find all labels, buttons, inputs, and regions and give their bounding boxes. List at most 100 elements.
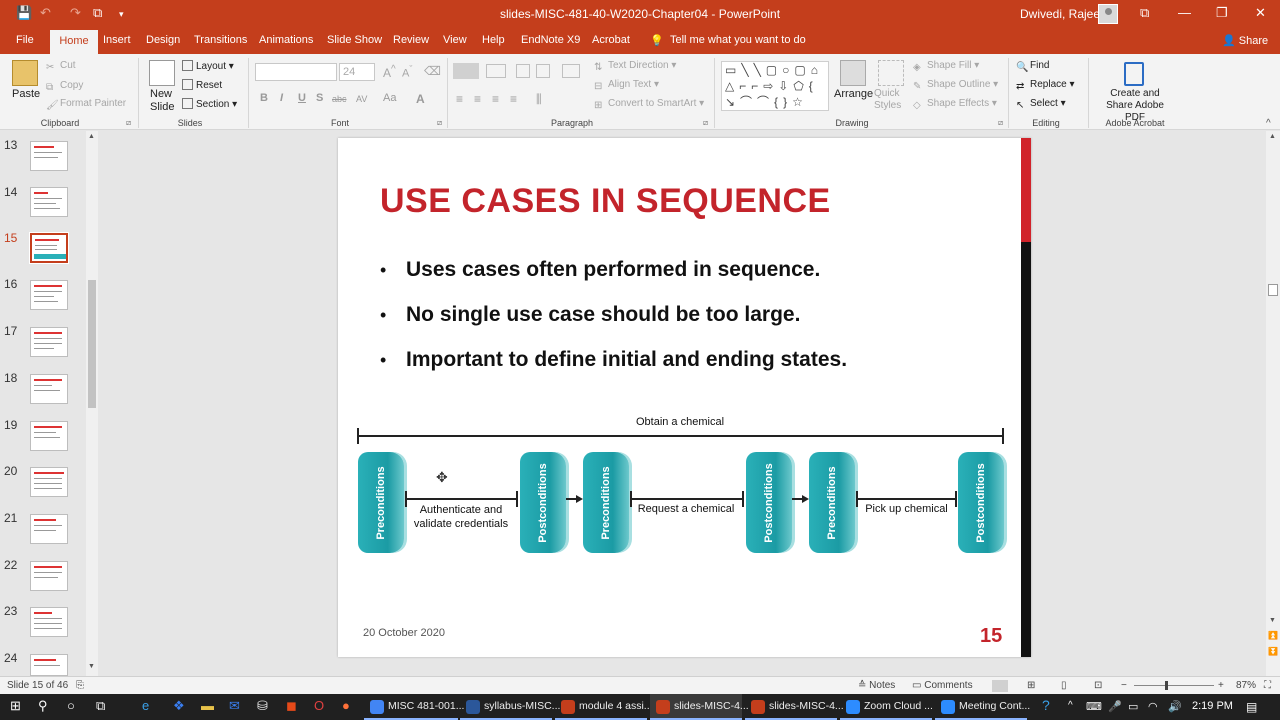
tab-endnote[interactable]: EndNote X9 bbox=[521, 34, 580, 46]
windows-start-icon[interactable]: ⊞ bbox=[10, 694, 21, 720]
comments-button[interactable]: ▭ Comments bbox=[912, 680, 973, 691]
shadow-button[interactable]: S bbox=[316, 92, 323, 104]
taskbar-app-chrome[interactable]: MISC 481-001... bbox=[364, 694, 464, 720]
tab-animations[interactable]: Animations bbox=[259, 34, 313, 46]
italic-button[interactable]: I bbox=[280, 92, 283, 104]
store-icon[interactable]: ⛁ bbox=[257, 694, 268, 720]
slide-thumbnail-19[interactable] bbox=[30, 421, 68, 451]
postconditions-block[interactable]: Postconditions bbox=[958, 452, 1004, 553]
taskbar-app-powerpoint[interactable]: slides-MISC-4... bbox=[745, 694, 844, 720]
find-button[interactable]: 🔍 Find bbox=[1016, 60, 1049, 73]
replace-button[interactable]: ⇄ Replace ▾ bbox=[1016, 79, 1075, 92]
cut-button[interactable]: ✂ Cut bbox=[46, 60, 76, 73]
slide-thumbnail-18[interactable] bbox=[30, 374, 68, 404]
scroll-down-icon[interactable]: ▼ bbox=[1269, 617, 1276, 624]
shrink-font-icon[interactable]: Aˇ bbox=[402, 64, 412, 80]
line-spacing-icon[interactable] bbox=[562, 64, 580, 78]
tab-transitions[interactable]: Transitions bbox=[194, 34, 247, 46]
share-button[interactable]: 👤 Share bbox=[1222, 34, 1268, 47]
section-button[interactable]: Section ▾ bbox=[182, 98, 237, 110]
align-center-icon[interactable]: ≡ bbox=[474, 92, 481, 106]
font-color-button[interactable]: A bbox=[416, 92, 425, 106]
columns-icon[interactable]: ⫼ bbox=[536, 92, 542, 107]
notifications-icon[interactable]: ▤ bbox=[1246, 694, 1257, 720]
scroll-up-icon[interactable]: ▲ bbox=[88, 133, 95, 140]
tab-slide-show[interactable]: Slide Show bbox=[327, 34, 382, 46]
clock-time[interactable]: 2:19 PM bbox=[1192, 694, 1233, 720]
preconditions-block[interactable]: Preconditions bbox=[583, 452, 629, 553]
align-right-icon[interactable]: ≡ bbox=[492, 92, 499, 106]
slide-thumbnail-14[interactable] bbox=[30, 187, 68, 217]
slide-thumbnail-20[interactable] bbox=[30, 467, 68, 497]
font-name-combo[interactable] bbox=[255, 63, 337, 81]
bullets-icon[interactable] bbox=[453, 63, 479, 79]
edge-icon[interactable]: e bbox=[142, 694, 149, 720]
slide-thumbnail-24[interactable] bbox=[30, 654, 68, 676]
firefox-icon[interactable]: ● bbox=[342, 694, 350, 720]
decrease-indent-icon[interactable] bbox=[516, 64, 530, 78]
strikethrough-button[interactable]: abc bbox=[332, 94, 347, 104]
scroll-down-icon[interactable]: ▼ bbox=[88, 663, 95, 670]
task-view-icon[interactable]: ⧉ bbox=[96, 694, 105, 720]
tab-help[interactable]: Help bbox=[482, 34, 505, 46]
bullet-item[interactable]: • Important to define initial and ending … bbox=[380, 348, 847, 372]
opera-icon[interactable]: O bbox=[314, 694, 324, 720]
maximize-button[interactable]: ❐ bbox=[1216, 5, 1228, 21]
user-name[interactable]: Dwivedi, Rajeev bbox=[1020, 7, 1106, 21]
slide-thumbnail-21[interactable] bbox=[30, 514, 68, 544]
dropbox-icon[interactable]: ❖ bbox=[173, 694, 185, 720]
reading-view-icon[interactable]: ▯ bbox=[1061, 680, 1067, 691]
tell-me-search[interactable]: Tell me what you want to do bbox=[670, 34, 806, 46]
ribbon-display-options-icon[interactable]: ⧉ bbox=[1140, 5, 1149, 21]
font-launcher-icon[interactable]: ⧄ bbox=[437, 118, 442, 128]
arrange-button[interactable]: Arrange bbox=[834, 88, 873, 100]
taskbar-app-zoom-meeting[interactable]: Meeting Cont... bbox=[935, 694, 1030, 720]
taskbar-app-powerpoint-active[interactable]: slides-MISC-4... bbox=[650, 694, 749, 720]
mail-icon[interactable]: ✉ bbox=[229, 694, 240, 720]
taskbar-app-powerpoint[interactable]: module 4 assi... bbox=[555, 694, 653, 720]
slide-thumbnail-15[interactable] bbox=[29, 232, 69, 264]
zoom-slider-track[interactable] bbox=[1134, 685, 1214, 686]
bullet-item[interactable]: • No single use case should be too large. bbox=[380, 303, 800, 327]
shape-outline-button[interactable]: ✎ Shape Outline ▾ bbox=[913, 79, 998, 92]
tab-acrobat[interactable]: Acrobat bbox=[592, 34, 630, 46]
notes-button[interactable]: ≙ Notes bbox=[858, 680, 895, 691]
tab-insert[interactable]: Insert bbox=[103, 34, 131, 46]
align-left-icon[interactable]: ≡ bbox=[456, 92, 463, 106]
thumbnail-scroll-thumb[interactable] bbox=[88, 280, 96, 408]
microphone-icon[interactable]: 🎤 bbox=[1108, 694, 1122, 720]
tab-file[interactable]: File bbox=[16, 34, 34, 46]
postconditions-block[interactable]: Postconditions bbox=[746, 452, 792, 553]
slide-thumbnail-16[interactable] bbox=[30, 280, 68, 310]
battery-icon[interactable]: ▭ bbox=[1128, 694, 1138, 720]
arrange-icon[interactable] bbox=[840, 60, 866, 86]
clear-formatting-icon[interactable]: ⌫ bbox=[424, 64, 441, 78]
slide-sorter-icon[interactable]: ⊞ bbox=[1027, 680, 1035, 691]
slide-thumbnail-22[interactable] bbox=[30, 561, 68, 591]
select-button[interactable]: ↖ Select ▾ bbox=[1016, 98, 1066, 111]
volume-icon[interactable]: 🔊 bbox=[1168, 694, 1182, 720]
font-size-combo[interactable]: 24 bbox=[339, 63, 375, 81]
taskbar-app-word[interactable]: syllabus-MISC... bbox=[460, 694, 560, 720]
shape-effects-button[interactable]: ◇ Shape Effects ▾ bbox=[913, 98, 997, 111]
drawing-launcher-icon[interactable]: ⧄ bbox=[998, 118, 1003, 128]
minimize-button[interactable]: — bbox=[1178, 5, 1191, 20]
collapse-ribbon-icon[interactable]: ^ bbox=[1266, 118, 1271, 129]
text-direction-button[interactable]: ⇅ Text Direction ▾ bbox=[594, 60, 676, 73]
slideshow-view-icon[interactable]: ⊡ bbox=[1094, 680, 1102, 691]
close-button[interactable]: ✕ bbox=[1255, 5, 1266, 21]
zoom-level[interactable]: 87% bbox=[1236, 680, 1256, 691]
bullet-item[interactable]: • Uses cases often performed in sequence. bbox=[380, 258, 820, 282]
quick-styles-icon[interactable] bbox=[878, 60, 904, 86]
previous-slide-icon[interactable]: ⏫ bbox=[1268, 631, 1278, 640]
change-case-button[interactable]: Aa bbox=[383, 92, 396, 104]
layout-button[interactable]: Layout ▾ bbox=[182, 60, 234, 72]
search-icon[interactable]: ⚲ bbox=[38, 694, 48, 720]
network-icon[interactable]: ⌨ bbox=[1086, 694, 1102, 720]
quick-styles-button[interactable]: Quick Styles bbox=[874, 88, 908, 112]
preconditions-block[interactable]: Preconditions bbox=[358, 452, 404, 553]
fit-to-window-icon[interactable]: ⛶ bbox=[1264, 680, 1271, 691]
paragraph-launcher-icon[interactable]: ⧄ bbox=[703, 118, 708, 128]
paste-label[interactable]: Paste bbox=[12, 88, 40, 100]
increase-indent-icon[interactable] bbox=[536, 64, 550, 78]
